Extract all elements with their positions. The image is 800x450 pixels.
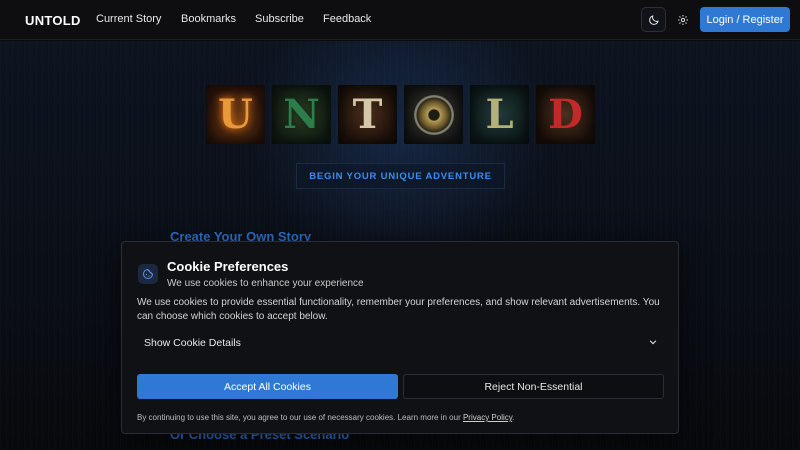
cookie-dialog-subtitle: We use cookies to enhance your experienc… [167,278,364,289]
accept-all-cookies-button[interactable]: Accept All Cookies [137,374,398,399]
nav-link-bookmarks[interactable]: Bookmarks [181,13,236,25]
logo-tile-n: N [272,85,331,144]
eye-icon [413,94,454,135]
begin-adventure-button[interactable]: BEGIN YOUR UNIQUE ADVENTURE [296,163,505,189]
moon-icon [648,14,659,25]
cookie-details-label: Show Cookie Details [144,337,241,349]
logo-tile-l: L [470,85,529,144]
untold-logo: U N T L D [206,85,596,145]
settings-button[interactable] [670,7,695,32]
cookie-footer-note: By continuing to use this site, you agre… [137,413,515,422]
cookie-dialog-body: We use cookies to provide essential func… [137,297,660,322]
cookie-dialog-title: Cookie Preferences [167,259,289,274]
nav-link-subscribe[interactable]: Subscribe [255,13,304,25]
cookie-preferences-dialog: Cookie Preferences We use cookies to enh… [121,241,679,434]
theme-toggle-button[interactable] [641,7,666,32]
reject-non-essential-button[interactable]: Reject Non-Essential [403,374,664,399]
cookie-icon [138,264,158,284]
chevron-down-icon [649,340,657,345]
gear-icon [677,14,688,25]
logo-tile-o-eye [404,85,463,144]
logo-tile-t: T [338,85,397,144]
nav-link-feedback[interactable]: Feedback [323,13,371,25]
privacy-policy-link[interactable]: Privacy Policy [463,413,512,422]
top-nav: UNTOLD Current Story Bookmarks Subscribe… [0,0,800,40]
logo-tile-u: U [206,85,265,144]
brand-logo[interactable]: UNTOLD [25,13,81,28]
login-register-button[interactable]: Login / Register [700,7,790,32]
cookie-details-toggle[interactable]: Show Cookie Details [137,331,664,355]
logo-tile-d: D [536,85,595,144]
nav-link-current-story[interactable]: Current Story [96,13,161,25]
